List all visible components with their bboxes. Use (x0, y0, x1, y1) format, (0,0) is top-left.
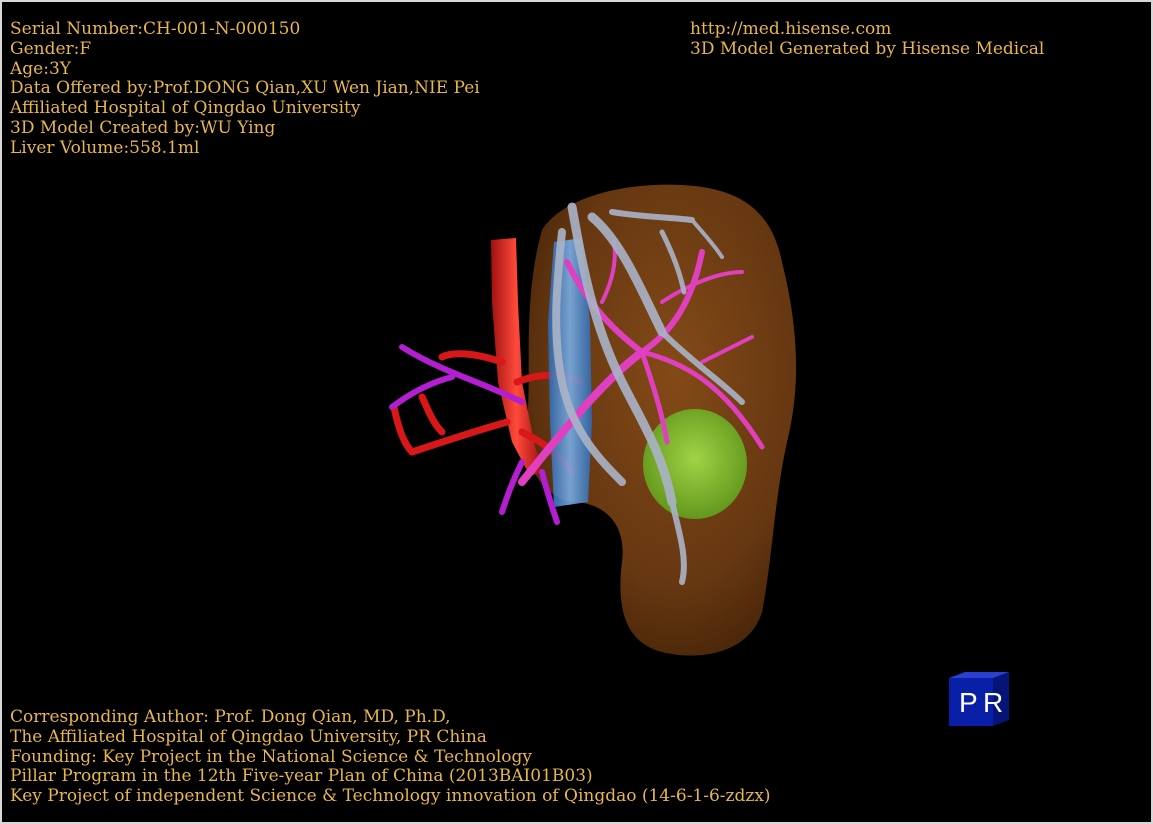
pillar-program-text: Pillar Program in the 12th Five-year Pla… (10, 766, 593, 787)
data-offered-text: Data Offered by:Prof.DONG Qian,XU Wen Ji… (10, 78, 480, 99)
liver-volume-text: Liver Volume:558.1ml (10, 137, 200, 158)
corresponding-author-text: Corresponding Author: Prof. Dong Qian, M… (10, 707, 451, 727)
key-project-text: Key Project of independent Science & Tec… (10, 786, 771, 807)
hospital-text: Affiliated Hospital of Qingdao Universit… (10, 98, 361, 119)
credits-block: Corresponding Author: Prof. Dong Qian, M… (10, 707, 771, 807)
affiliation-text: The Affiliated Hospital of Qingdao Unive… (10, 726, 487, 747)
age-text: Age:3Y (10, 58, 71, 79)
orientation-cube[interactable]: P R (949, 672, 1009, 726)
vendor-info-block: http://med.hisense.com 3D Model Generate… (690, 19, 1045, 60)
patient-info-block: Serial Number:CH-001-N-000150 Gender:F A… (10, 19, 480, 159)
gender-text: Gender:F (10, 38, 92, 59)
serial-number-text: Serial Number:CH-001-N-000150 (10, 19, 301, 39)
vendor-url-text: http://med.hisense.com (690, 19, 892, 39)
viewer-window: P R Serial Number:CH-001-N-000150 Gender… (0, 0, 1153, 824)
model-created-text: 3D Model Created by:WU Ying (10, 117, 276, 138)
cube-label-p: P (959, 687, 978, 718)
cube-label-r: R (983, 687, 1003, 718)
vendor-credit-text: 3D Model Generated by Hisense Medical (690, 38, 1045, 59)
funding-text: Founding: Key Project in the National Sc… (10, 746, 532, 767)
